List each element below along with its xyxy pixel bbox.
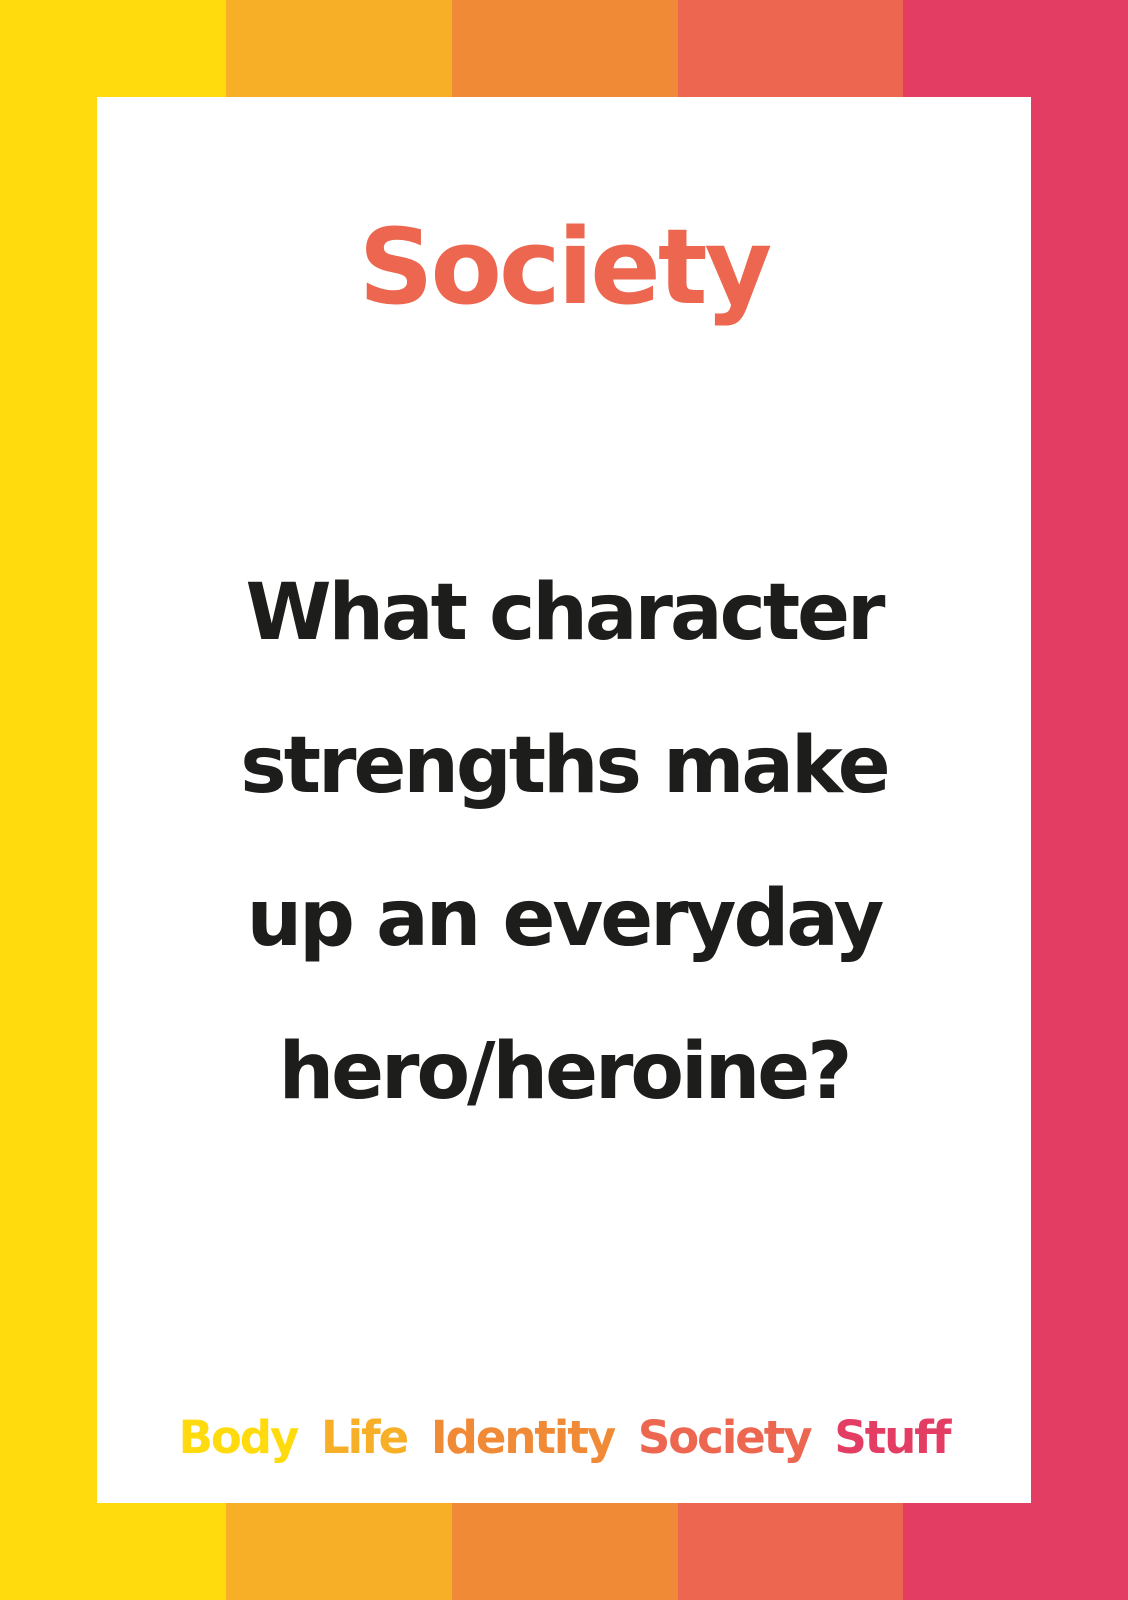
question-line: strengths make [240,721,890,811]
category-footer: Body Life Identity Society Stuff [97,1415,1031,1460]
footer-item-body: Body [178,1411,300,1464]
footer-item-life: Life [321,1411,409,1464]
question-line: What character [245,568,885,658]
question-line: up an everyday [246,874,885,964]
question-card: Society What character strengths make up… [97,97,1031,1503]
footer-item-society: Society [637,1411,813,1464]
question-text: What character strengths make up an ever… [157,537,971,1149]
category-title: Society [358,206,773,328]
footer-item-identity: Identity [430,1411,616,1464]
question-line: hero/heroine? [278,1027,853,1117]
footer-item-stuff: Stuff [834,1411,951,1464]
